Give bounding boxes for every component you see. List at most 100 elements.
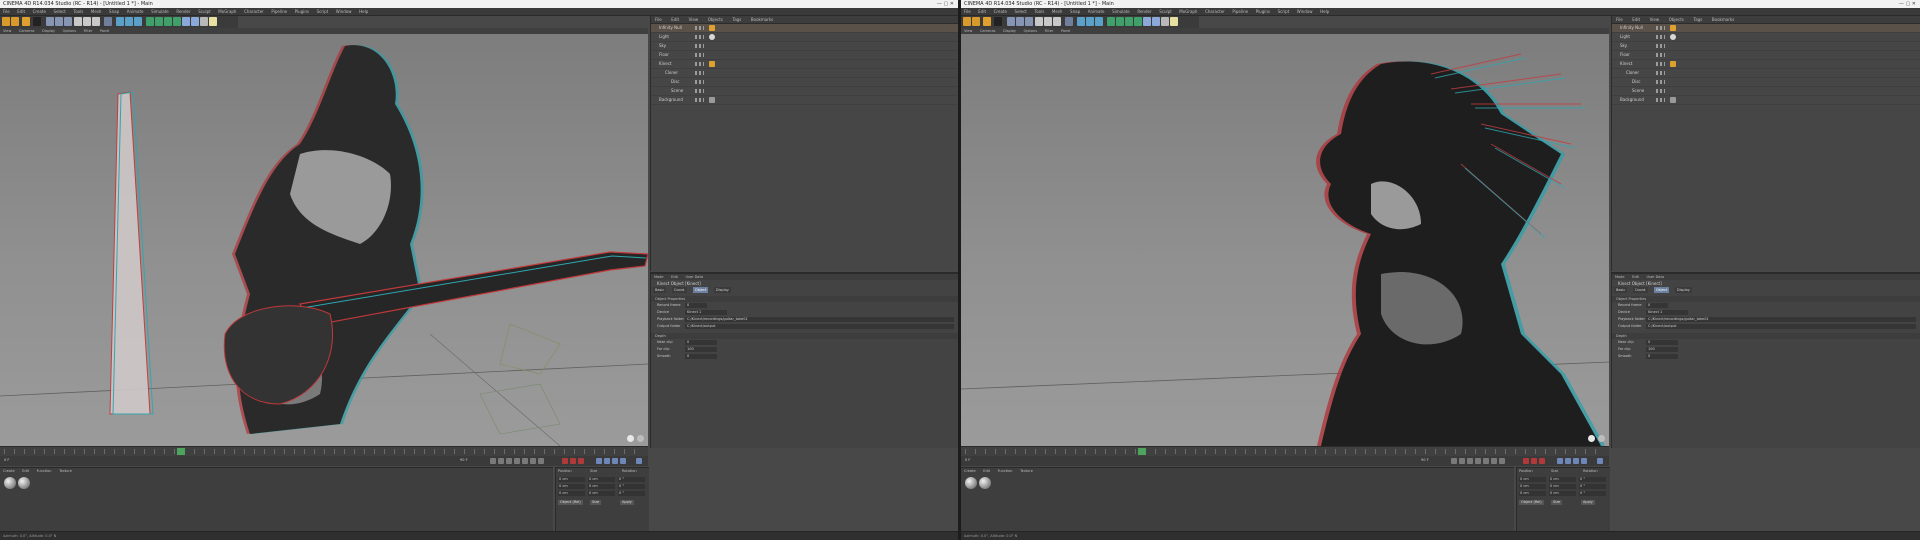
play-icon[interactable]	[514, 458, 520, 464]
prev-key-icon[interactable]	[1459, 458, 1465, 464]
render-picture-viewer-icon[interactable]	[125, 17, 133, 26]
object-row[interactable]: Infinity Null	[651, 24, 958, 33]
menu-snap[interactable]: Snap	[1070, 8, 1080, 15]
om-menu-bookmarks[interactable]: Bookmarks	[1712, 16, 1734, 23]
cube-icon[interactable]	[146, 17, 154, 26]
menu-file[interactable]: File	[3, 8, 10, 15]
goto-start-icon[interactable]	[490, 458, 496, 464]
undo-icon[interactable]	[2, 17, 10, 26]
visibility-dots-icon[interactable]	[695, 35, 704, 39]
coord-size-x[interactable]: 0 cm	[588, 477, 615, 482]
goto-end-icon[interactable]	[1499, 458, 1505, 464]
subtab-coord[interactable]: Coord.	[1632, 287, 1649, 293]
render-picture-viewer-icon[interactable]	[1086, 17, 1094, 26]
viewport-nav-icon[interactable]	[637, 435, 644, 442]
viewport-orientation-icon[interactable]	[1588, 435, 1595, 442]
undo-icon[interactable]	[963, 17, 971, 26]
menu-help[interactable]: Help	[359, 8, 368, 15]
menu-script[interactable]: Script	[1278, 8, 1290, 15]
subtab-display[interactable]: Display	[713, 287, 731, 293]
menu-simulate[interactable]: Simulate	[151, 8, 169, 15]
menu-create[interactable]: Create	[994, 8, 1007, 15]
visibility-dots-icon[interactable]	[695, 53, 704, 57]
record-frame-input[interactable]: 0	[1646, 303, 1668, 308]
coord-size-y[interactable]: 0 cm	[1549, 484, 1576, 489]
rotate-icon[interactable]	[64, 17, 72, 26]
coord-pos-x[interactable]: 0 cm	[1519, 477, 1546, 482]
far-clip-input[interactable]: 100	[1646, 347, 1678, 352]
nurbs-icon[interactable]	[164, 17, 172, 26]
tag-icon[interactable]	[1670, 25, 1676, 31]
coord-size-z[interactable]: 0 cm	[1549, 491, 1576, 496]
x-axis-icon[interactable]	[74, 17, 82, 26]
menu-mesh[interactable]: Mesh	[1052, 8, 1063, 15]
rotation-key-icon[interactable]	[612, 458, 618, 464]
visibility-dots-icon[interactable]	[1656, 53, 1665, 57]
autokey-icon[interactable]	[570, 458, 576, 464]
coord-size-x[interactable]: 0 cm	[1549, 477, 1576, 482]
deformer-icon[interactable]	[1143, 17, 1151, 26]
om-menu-objects[interactable]: Objects	[708, 16, 723, 23]
3d-viewport-guitarist[interactable]	[0, 34, 648, 446]
window-controls[interactable]: — ▢ ✕	[1899, 0, 1916, 8]
object-row[interactable]: Background	[1612, 96, 1920, 105]
subtab-display[interactable]: Display	[1674, 287, 1692, 293]
param-key-icon[interactable]	[1581, 458, 1587, 464]
record-frame-input[interactable]: 0	[685, 303, 707, 308]
y-axis-icon[interactable]	[83, 17, 91, 26]
light-icon[interactable]	[209, 17, 217, 26]
om-menu-file[interactable]: File	[1616, 16, 1623, 23]
object-row[interactable]: Light	[651, 33, 958, 42]
om-menu-bookmarks[interactable]: Bookmarks	[751, 16, 773, 23]
cube-icon[interactable]	[1107, 17, 1115, 26]
goto-end-icon[interactable]	[538, 458, 544, 464]
far-clip-input[interactable]: 100	[685, 347, 717, 352]
light-icon[interactable]	[1170, 17, 1178, 26]
om-menu-objects[interactable]: Objects	[1669, 16, 1684, 23]
playback-folder-input[interactable]: C:/Kinect/recordings/guitar_take01	[685, 317, 954, 322]
menu-tools[interactable]: Tools	[1034, 8, 1044, 15]
deformer-icon[interactable]	[182, 17, 190, 26]
menu-sculpt[interactable]: Sculpt	[1159, 8, 1172, 15]
tag-icon[interactable]	[709, 97, 715, 103]
z-axis-icon[interactable]	[1053, 17, 1061, 26]
tag-icon[interactable]	[1670, 97, 1676, 103]
live-select-icon[interactable]	[983, 17, 991, 26]
apply-button[interactable]: Apply	[620, 500, 634, 505]
menu-select[interactable]: Select	[1015, 8, 1027, 15]
menu-script[interactable]: Script	[317, 8, 329, 15]
visibility-dots-icon[interactable]	[695, 62, 704, 66]
visibility-dots-icon[interactable]	[695, 89, 704, 93]
camera-icon[interactable]	[1161, 17, 1169, 26]
timeline-ruler[interactable]	[0, 446, 648, 456]
tag-icon[interactable]	[709, 25, 715, 31]
autokey-icon[interactable]	[1531, 458, 1537, 464]
tag-icon[interactable]	[709, 61, 715, 67]
visibility-dots-icon[interactable]	[1656, 62, 1665, 66]
prev-key-icon[interactable]	[498, 458, 504, 464]
position-key-icon[interactable]	[596, 458, 602, 464]
visibility-dots-icon[interactable]	[695, 98, 704, 102]
object-row[interactable]: Disc	[651, 78, 958, 87]
keyframe-selection-icon[interactable]	[578, 458, 584, 464]
menu-pipeline[interactable]: Pipeline	[1232, 8, 1248, 15]
coord-mode-dropdown[interactable]: Object (Rel)	[558, 500, 583, 505]
coord-rot-b[interactable]: 0 °	[1579, 491, 1606, 496]
menu-create[interactable]: Create	[33, 8, 46, 15]
timeline-layout-icon[interactable]	[636, 458, 642, 464]
visibility-dots-icon[interactable]	[1656, 35, 1665, 39]
near-clip-input[interactable]: 0	[1646, 340, 1678, 345]
object-row[interactable]: Floor	[651, 51, 958, 60]
om-menu-tags[interactable]: Tags	[732, 16, 741, 23]
menu-plugins[interactable]: Plugins	[295, 8, 309, 15]
device-dropdown[interactable]: Kinect 1	[1646, 310, 1688, 315]
redo-icon[interactable]	[972, 17, 980, 26]
object-row[interactable]: Scene	[1612, 87, 1920, 96]
object-row[interactable]: Cloner	[1612, 69, 1920, 78]
coord-pos-y[interactable]: 0 cm	[558, 484, 585, 489]
light-tag-icon[interactable]	[1670, 34, 1676, 40]
visibility-dots-icon[interactable]	[695, 26, 704, 30]
coord-rot-h[interactable]: 0 °	[1579, 477, 1606, 482]
goto-start-icon[interactable]	[1451, 458, 1457, 464]
subtab-coord[interactable]: Coord.	[671, 287, 688, 293]
